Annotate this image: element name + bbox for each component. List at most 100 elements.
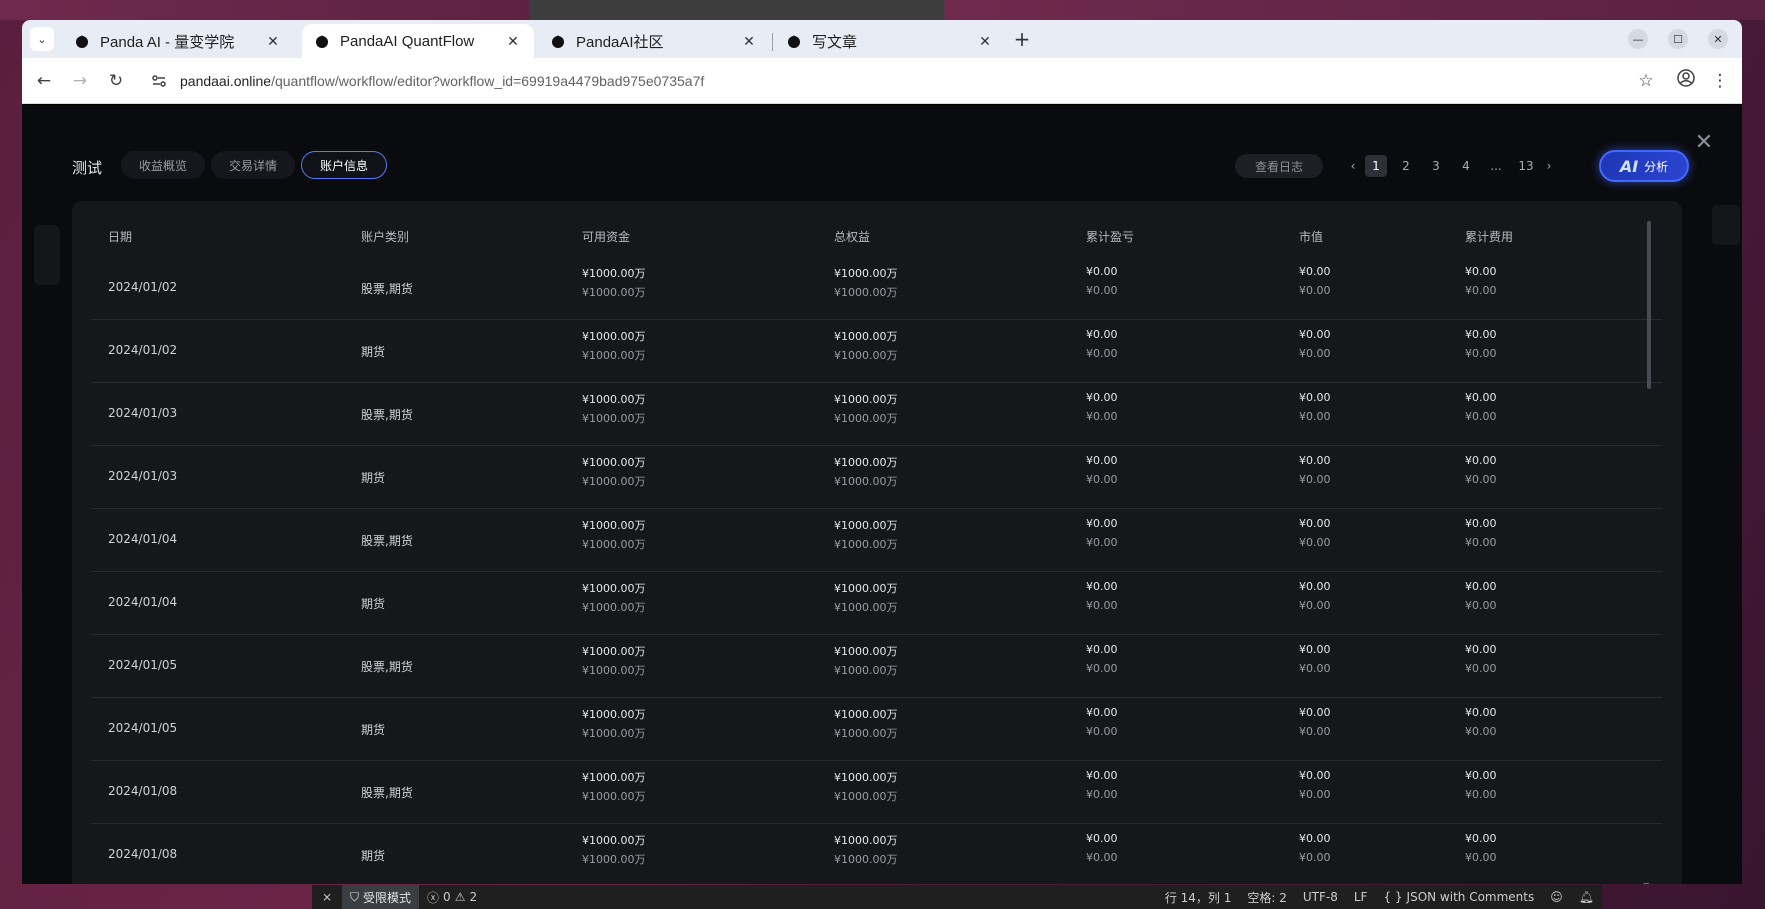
scroll-down-icon[interactable]: ▼: [1643, 881, 1649, 884]
cell-cumulative-pnl-value: ¥0.00: [1086, 769, 1118, 782]
cell-cumulative-fees-value: ¥0.00: [1465, 580, 1497, 593]
page-3[interactable]: 3: [1421, 155, 1451, 177]
remote-icon[interactable]: ⨯: [312, 885, 342, 909]
cell-cumulative-fees-prev-value: ¥0.00: [1465, 851, 1497, 864]
tab-close-icon[interactable]: ✕: [504, 33, 522, 50]
page-13[interactable]: 13: [1511, 155, 1541, 177]
tab-search-button[interactable]: ⌄: [30, 27, 54, 51]
cell-total-equity-prev-value: ¥1000.00万: [834, 286, 898, 299]
tab-account-info[interactable]: 账户信息: [301, 151, 388, 179]
cell-cumulative-fees-prev-value: ¥0.00: [1465, 284, 1497, 297]
braces-icon: { }: [1383, 890, 1403, 904]
page-4[interactable]: 4: [1451, 155, 1481, 177]
error-count: 0: [443, 890, 451, 904]
ai-analyze-label: 分析: [1644, 159, 1669, 174]
cell-available-funds-value: ¥1000.00万: [582, 456, 646, 469]
cursor-position[interactable]: 行 14，列 1: [1157, 889, 1240, 906]
cell-account-type: 股票,期货: [361, 534, 413, 548]
cell-date: 2024/01/05: [108, 721, 178, 735]
bell-icon[interactable]: 🔔︎: [1571, 890, 1602, 904]
bookmark-star-icon[interactable]: ☆: [1634, 69, 1658, 93]
tab-community[interactable]: PandaAI社区 ✕: [538, 24, 770, 58]
tab-close-icon[interactable]: ✕: [740, 33, 758, 50]
tab-quantflow[interactable]: PandaAI QuantFlow ✕: [302, 24, 534, 58]
cell-market-value-value: ¥0.00: [1299, 391, 1331, 404]
restricted-mode-indicator[interactable]: ⛉ 受限模式: [342, 885, 420, 909]
tab-close-icon[interactable]: ✕: [264, 33, 282, 50]
cell-total-equity-value: ¥1000.00万: [834, 456, 898, 469]
cell-available-funds-value: ¥1000.00万: [582, 771, 646, 784]
warning-icon: ⚠: [454, 890, 466, 904]
cell-account-type: 股票,期货: [361, 660, 413, 674]
next-page-icon[interactable]: ›: [1541, 155, 1557, 177]
chevron-down-icon: ⌄: [37, 32, 47, 46]
cell-total-equity-value: ¥1000.00万: [834, 834, 898, 847]
problems-indicator[interactable]: ⓧ 0 ⚠ 2: [419, 889, 485, 906]
page-ellipsis[interactable]: ...: [1481, 155, 1511, 177]
cell-cumulative-fees-value: ¥0.00: [1465, 832, 1497, 845]
cell-market-value-value: ¥0.00: [1299, 328, 1331, 341]
address-bar[interactable]: pandaai.online/quantflow/workflow/editor…: [150, 66, 1630, 96]
column-header-available-funds: 可用资金: [582, 230, 631, 244]
cell-date: 2024/01/03: [108, 469, 178, 483]
shield-icon: ⛉: [350, 889, 360, 904]
ai-logo-icon: AI: [1619, 156, 1639, 176]
cell-available-funds-prev-value: ¥1000.00万: [582, 727, 646, 740]
page-2[interactable]: 2: [1391, 155, 1421, 177]
cell-cumulative-fees-value: ¥0.00: [1465, 517, 1497, 530]
column-header-cumulative-fees: 累计费用: [1465, 230, 1514, 244]
tab-title: 写文章: [812, 33, 858, 51]
cell-market-value-value: ¥0.00: [1299, 580, 1331, 593]
table-row: 2024/01/03 股票,期货 ¥1000.00万 ¥1000.00万 ¥1000.0…: [92, 383, 1662, 446]
cell-account-type: 期货: [361, 849, 386, 863]
editor-status-bar: ⨯ ⛉ 受限模式 ⓧ 0 ⚠ 2 行 14，列 1 空格: 2 UTF-8 LF…: [312, 885, 1602, 909]
view-log-button[interactable]: 查看日志: [1235, 154, 1323, 178]
page-1[interactable]: 1: [1365, 155, 1387, 177]
site-info-icon[interactable]: [150, 72, 168, 90]
menu-kebab-icon[interactable]: ⋮: [1708, 69, 1732, 93]
prev-page-icon[interactable]: ‹: [1345, 155, 1361, 177]
cell-available-funds-value: ¥1000.00万: [582, 267, 646, 280]
tab-title: PandaAI社区: [576, 33, 664, 51]
ai-analyze-button[interactable]: AI 分析: [1599, 150, 1689, 182]
cell-available-funds-prev-value: ¥1000.00万: [582, 286, 646, 299]
profile-icon[interactable]: [1674, 69, 1698, 93]
cell-available-funds-value: ¥1000.00万: [582, 582, 646, 595]
cell-market-value-prev-value: ¥0.00: [1299, 662, 1331, 675]
cell-cumulative-pnl-value: ¥0.00: [1086, 517, 1118, 530]
restricted-mode-label: 受限模式: [363, 890, 412, 905]
cell-cumulative-pnl-value: ¥0.00: [1086, 706, 1118, 719]
cell-available-funds-prev-value: ¥1000.00万: [582, 538, 646, 551]
end-of-line[interactable]: LF: [1346, 890, 1376, 904]
maximize-icon[interactable]: ☐: [1668, 29, 1688, 49]
tab-divider: [772, 33, 773, 51]
cell-available-funds-prev-value: ¥1000.00万: [582, 475, 646, 488]
cell-market-value-value: ¥0.00: [1299, 643, 1331, 656]
close-window-icon[interactable]: ✕: [1708, 29, 1728, 49]
forward-arrow-icon[interactable]: →: [68, 69, 92, 93]
back-arrow-icon[interactable]: ←: [32, 69, 56, 93]
indentation[interactable]: 空格: 2: [1239, 889, 1295, 906]
close-icon[interactable]: ✕: [1694, 132, 1714, 154]
language-mode[interactable]: { } JSON with Comments: [1375, 890, 1542, 904]
account-info-table: 日期 账户类别 可用资金 总权益 累计盈亏 市值 累计费用 2024/01/02…: [72, 201, 1682, 884]
minimize-icon[interactable]: —: [1628, 29, 1648, 49]
panda-favicon-icon: [74, 33, 90, 49]
cell-date: 2024/01/04: [108, 532, 178, 546]
tab-write-article[interactable]: 写文章 ✕: [774, 24, 1006, 58]
copilot-icon[interactable]: ☺: [1542, 890, 1571, 904]
encoding[interactable]: UTF-8: [1295, 890, 1346, 904]
cell-total-equity-value: ¥1000.00万: [834, 267, 898, 280]
tab-return-overview[interactable]: 收益概览: [121, 151, 206, 179]
table-row: 2024/01/04 期货 ¥1000.00万 ¥1000.00万 ¥1000.00万 ¥…: [92, 572, 1662, 635]
tab-panda-ai-academy[interactable]: Panda AI - 量变学院 ✕: [62, 24, 294, 58]
tab-close-icon[interactable]: ✕: [976, 33, 994, 50]
new-tab-button[interactable]: +: [1010, 28, 1034, 52]
cell-total-equity-prev-value: ¥1000.00万: [834, 853, 898, 866]
column-header-cumulative-pnl: 累计盈亏: [1086, 230, 1135, 244]
cell-market-value-value: ¥0.00: [1299, 265, 1331, 278]
reload-icon[interactable]: ↻: [104, 69, 128, 93]
cell-account-type: 期货: [361, 471, 386, 485]
table-scrollbar[interactable]: [1647, 221, 1651, 389]
tab-trade-details[interactable]: 交易详情: [211, 151, 296, 179]
